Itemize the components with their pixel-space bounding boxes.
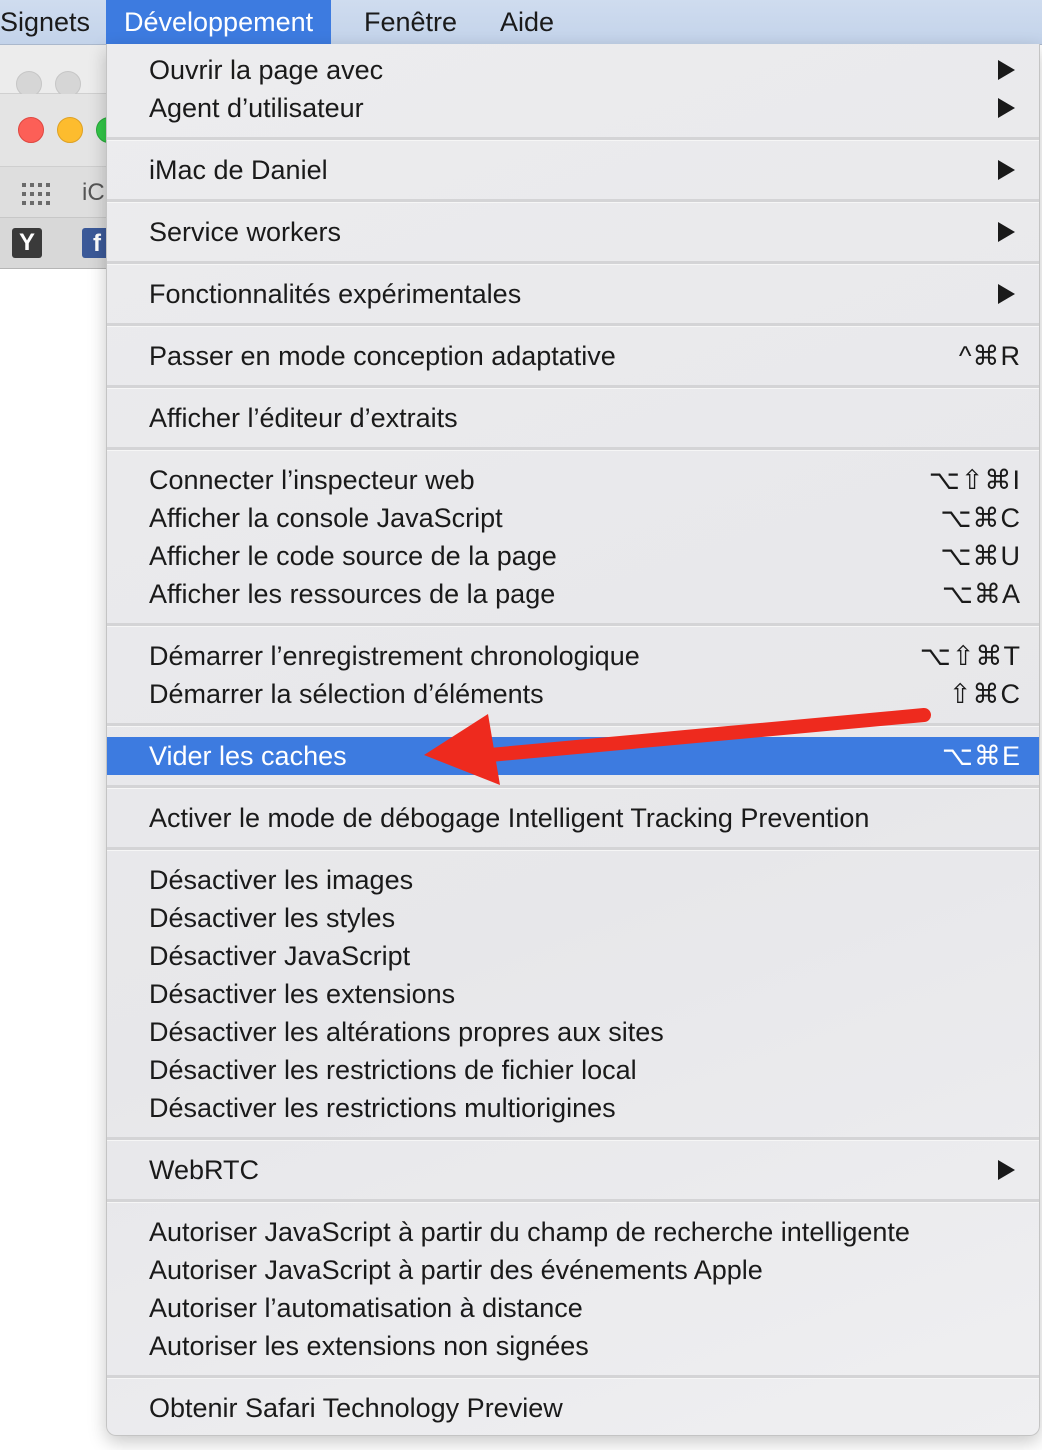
menu-separator <box>107 385 1039 389</box>
menu-separator <box>107 447 1039 451</box>
menu-item-shortcut: ^⌘R <box>958 341 1021 371</box>
menu-item-label: Connecter l’inspecteur web <box>149 465 475 495</box>
menu-item-webrtc[interactable]: WebRTC <box>107 1151 1039 1189</box>
menu-item-desactiver-extensions[interactable]: Désactiver les extensions <box>107 975 1039 1013</box>
grid-icon[interactable] <box>22 183 52 205</box>
menu-item-shortcut: ⇧⌘C <box>948 679 1021 709</box>
menu-item-label: Désactiver les extensions <box>149 979 456 1009</box>
menu-item-label: Désactiver les styles <box>149 903 396 933</box>
background-window: iC Y f <box>0 45 122 269</box>
submenu-arrow-icon <box>998 160 1015 180</box>
menu-item-js-champ-recherche[interactable]: Autoriser JavaScript à partir du champ d… <box>107 1213 1039 1251</box>
menu-developpement[interactable]: Développement <box>106 0 332 44</box>
menu-item-console-javascript[interactable]: Afficher la console JavaScript ⌥⌘C <box>107 499 1039 537</box>
menu-item-desactiver-styles[interactable]: Désactiver les styles <box>107 899 1039 937</box>
submenu-arrow-icon <box>998 284 1015 304</box>
menu-signets[interactable]: Signets <box>0 0 108 44</box>
menu-item-label: iMac de Daniel <box>149 155 328 185</box>
menu-item-agent-utilisateur[interactable]: Agent d’utilisateur <box>107 89 1039 127</box>
menu-aide[interactable]: Aide <box>482 0 572 44</box>
menu-item-safari-technology-preview[interactable]: Obtenir Safari Technology Preview <box>107 1389 1039 1427</box>
menu-separator <box>107 137 1039 141</box>
submenu-arrow-icon <box>998 1160 1015 1180</box>
menu-item-label: WebRTC <box>149 1155 260 1185</box>
menu-item-vider-les-caches[interactable]: Vider les caches ⌥⌘E <box>107 737 1039 775</box>
menu-item-extensions-non-signees[interactable]: Autoriser les extensions non signées <box>107 1327 1039 1365</box>
menu-fenetre[interactable]: Fenêtre <box>346 0 475 44</box>
menu-separator <box>107 623 1039 627</box>
menu-item-label: Désactiver les images <box>149 865 414 895</box>
menu-item-selection-elements[interactable]: Démarrer la sélection d’éléments ⇧⌘C <box>107 675 1039 713</box>
submenu-arrow-icon <box>998 98 1015 118</box>
window-titlebar-inactive <box>0 45 110 97</box>
menu-item-label: Obtenir Safari Technology Preview <box>149 1393 563 1423</box>
menu-item-label: Désactiver les restrictions de fichier l… <box>149 1055 637 1085</box>
menu-separator <box>107 261 1039 265</box>
close-window-button[interactable] <box>18 117 44 143</box>
submenu-arrow-icon <box>998 222 1015 242</box>
menu-item-label: Afficher le code source de la page <box>149 541 557 571</box>
menu-item-code-source[interactable]: Afficher le code source de la page ⌥⌘U <box>107 537 1039 575</box>
menu-separator <box>107 785 1039 789</box>
menu-item-automatisation-distance[interactable]: Autoriser l’automatisation à distance <box>107 1289 1039 1327</box>
menu-item-label: Désactiver les altérations propres aux s… <box>149 1017 664 1047</box>
menu-item-desactiver-multiorigines[interactable]: Désactiver les restrictions multiorigine… <box>107 1089 1039 1127</box>
menu-item-label: Afficher l’éditeur d’extraits <box>149 403 458 433</box>
menu-item-label: Vider les caches <box>149 741 347 771</box>
menu-separator <box>107 199 1039 203</box>
menu-item-label: Activer le mode de débogage Intelligent … <box>149 803 870 833</box>
tab-label[interactable]: iC <box>82 179 105 207</box>
menu-item-label: Service workers <box>149 217 342 247</box>
window-titlebar <box>0 94 122 166</box>
menu-item-debogage-itp[interactable]: Activer le mode de débogage Intelligent … <box>107 799 1039 837</box>
menu-item-label: Désactiver JavaScript <box>149 941 411 971</box>
menu-separator <box>107 723 1039 727</box>
menu-item-label: Autoriser JavaScript à partir du champ d… <box>149 1217 910 1247</box>
menu-item-label: Autoriser JavaScript à partir des événem… <box>149 1255 763 1285</box>
yahoo-bookmark-icon[interactable]: Y <box>12 228 42 258</box>
minimize-window-button[interactable] <box>57 117 83 143</box>
menu-item-label: Afficher les ressources de la page <box>149 579 556 609</box>
menu-separator <box>107 1137 1039 1141</box>
menu-item-imac-de-daniel[interactable]: iMac de Daniel <box>107 151 1039 189</box>
menu-item-label: Désactiver les restrictions multiorigine… <box>149 1093 616 1123</box>
menu-item-shortcut: ⌥⌘C <box>940 503 1021 533</box>
menu-separator <box>107 847 1039 851</box>
menu-item-desactiver-images[interactable]: Désactiver les images <box>107 861 1039 899</box>
menu-item-shortcut: ⌥⇧⌘I <box>928 465 1021 495</box>
menu-item-fonctionnalites-experimentales[interactable]: Fonctionnalités expérimentales <box>107 275 1039 313</box>
menu-item-label: Fonctionnalités expérimentales <box>149 279 522 309</box>
menu-bar: Signets Développement Fenêtre Aide <box>0 0 1042 45</box>
menu-item-mode-conception-adaptative[interactable]: Passer en mode conception adaptative ^⌘R <box>107 337 1039 375</box>
menu-item-enregistrement-chronologique[interactable]: Démarrer l’enregistrement chronologique … <box>107 637 1039 675</box>
menu-item-shortcut: ⌥⇧⌘T <box>919 641 1021 671</box>
menu-item-editeur-extraits[interactable]: Afficher l’éditeur d’extraits <box>107 399 1039 437</box>
menu-item-shortcut: ⌥⌘A <box>941 579 1021 609</box>
menu-item-label: Passer en mode conception adaptative <box>149 341 616 371</box>
menu-item-js-evenements-apple[interactable]: Autoriser JavaScript à partir des événem… <box>107 1251 1039 1289</box>
menu-separator <box>107 1375 1039 1379</box>
menu-item-label: Ouvrir la page avec <box>149 55 384 85</box>
menu-item-label: Afficher la console JavaScript <box>149 503 503 533</box>
menu-item-service-workers[interactable]: Service workers <box>107 213 1039 251</box>
menu-item-label: Démarrer l’enregistrement chronologique <box>149 641 640 671</box>
menu-item-label: Autoriser l’automatisation à distance <box>149 1293 583 1323</box>
menu-item-label: Agent d’utilisateur <box>149 93 364 123</box>
menu-item-desactiver-fichier-local[interactable]: Désactiver les restrictions de fichier l… <box>107 1051 1039 1089</box>
menu-item-label: Démarrer la sélection d’éléments <box>149 679 544 709</box>
menu-item-connecter-inspecteur-web[interactable]: Connecter l’inspecteur web ⌥⇧⌘I <box>107 461 1039 499</box>
developpement-menu: Ouvrir la page avec Agent d’utilisateur … <box>106 44 1040 1436</box>
menu-item-shortcut: ⌥⌘E <box>941 741 1021 771</box>
menu-item-label: Autoriser les extensions non signées <box>149 1331 589 1361</box>
menu-item-desactiver-alterations[interactable]: Désactiver les altérations propres aux s… <box>107 1013 1039 1051</box>
menu-item-ouvrir-la-page-avec[interactable]: Ouvrir la page avec <box>107 51 1039 89</box>
menu-item-ressources-page[interactable]: Afficher les ressources de la page ⌥⌘A <box>107 575 1039 613</box>
submenu-arrow-icon <box>998 60 1015 80</box>
menu-separator <box>107 323 1039 327</box>
menu-item-shortcut: ⌥⌘U <box>940 541 1021 571</box>
menu-item-desactiver-javascript[interactable]: Désactiver JavaScript <box>107 937 1039 975</box>
menu-separator <box>107 1199 1039 1203</box>
